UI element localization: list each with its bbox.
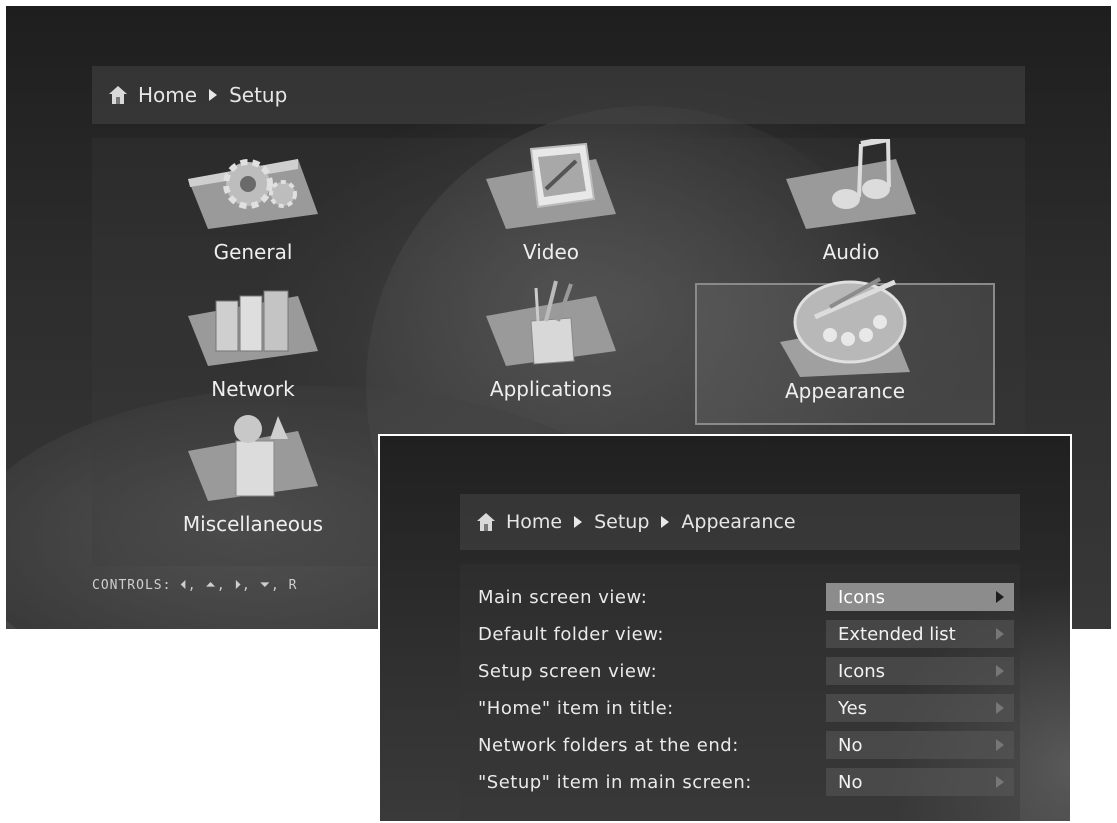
tile-network[interactable]: Network — [153, 276, 353, 411]
tile-label: Video — [522, 240, 580, 264]
tile-video[interactable]: Video — [451, 139, 651, 274]
setting-value: Extended list — [838, 623, 956, 645]
home-icon — [477, 513, 495, 531]
setting-value-selector[interactable]: Extended list — [826, 620, 1014, 648]
tile-label: Miscellaneous — [182, 512, 324, 536]
breadcrumb: Home Setup Appearance — [460, 494, 1020, 550]
controls-hint: CONTROLS: ⏴, ⏶, ⏵, ⏷, R — [92, 578, 298, 593]
setting-label: "Setup" item in main screen: — [478, 771, 752, 793]
setting-label: Main screen view: — [478, 586, 648, 608]
breadcrumb-home[interactable]: Home — [138, 83, 197, 107]
breadcrumb-setup[interactable]: Setup — [229, 83, 287, 107]
tile-appearance[interactable]: Appearance — [695, 277, 995, 425]
tile-label: Network — [211, 377, 295, 401]
breadcrumb-appearance: Appearance — [681, 511, 796, 533]
arrow-right-icon — [996, 628, 1004, 640]
setting-value: No — [838, 771, 863, 793]
breadcrumb-setup[interactable]: Setup — [594, 511, 649, 533]
tile-label: Appearance — [784, 379, 906, 403]
breadcrumb-arrow-icon — [209, 89, 218, 101]
setting-value: Yes — [838, 697, 868, 719]
breadcrumb-arrow-icon — [661, 516, 670, 528]
setting-setup-screen-view[interactable]: Setup screen view: Icons — [478, 656, 1018, 686]
tile-label: Audio — [822, 240, 880, 264]
setting-value: Icons — [838, 660, 886, 682]
setting-main-screen-view[interactable]: Main screen view: Icons — [478, 582, 1018, 612]
home-icon — [109, 86, 127, 104]
setting-setup-item-in-main-screen[interactable]: "Setup" item in main screen: No — [478, 767, 1018, 797]
breadcrumb-home[interactable]: Home — [506, 511, 562, 533]
setting-label: Setup screen view: — [478, 660, 658, 682]
setting-value-selector[interactable]: Yes — [826, 694, 1014, 722]
gear-icon — [188, 159, 318, 229]
tools-icon — [486, 280, 616, 366]
arrow-right-icon — [996, 776, 1004, 788]
arrow-right-icon — [996, 591, 1004, 603]
server-icon — [188, 290, 318, 366]
setting-label: "Home" item in title: — [478, 697, 674, 719]
arrow-right-icon — [996, 702, 1004, 714]
palette-icon — [780, 277, 910, 377]
tile-label: Applications — [489, 377, 613, 401]
tile-label: General — [213, 240, 293, 264]
misc-icon — [188, 415, 318, 501]
setting-value-selector[interactable]: Icons — [826, 583, 1014, 611]
setting-value-selector[interactable]: Icons — [826, 657, 1014, 685]
tile-audio[interactable]: Audio — [751, 139, 951, 274]
tile-general[interactable]: General — [153, 139, 353, 274]
setting-home-item-in-title[interactable]: "Home" item in title: Yes — [478, 693, 1018, 723]
breadcrumb: Home Setup — [92, 66, 1025, 124]
arrow-right-icon — [996, 665, 1004, 677]
setting-value-selector[interactable]: No — [826, 768, 1014, 796]
arrow-right-icon — [996, 739, 1004, 751]
video-icon — [486, 142, 616, 229]
music-icon — [786, 139, 916, 229]
tile-miscellaneous[interactable]: Miscellaneous — [153, 411, 353, 546]
setting-value-selector[interactable]: No — [826, 731, 1014, 759]
setting-network-folders-at-end[interactable]: Network folders at the end: No — [478, 730, 1018, 760]
tile-applications[interactable]: Applications — [451, 276, 651, 411]
setting-default-folder-view[interactable]: Default folder view: Extended list — [478, 619, 1018, 649]
setting-label: Network folders at the end: — [478, 734, 739, 756]
setting-label: Default folder view: — [478, 623, 664, 645]
appearance-screen: Home Setup Appearance Main screen view: … — [378, 434, 1072, 823]
setting-value: No — [838, 734, 863, 756]
breadcrumb-arrow-icon — [574, 516, 583, 528]
setting-value: Icons — [838, 586, 886, 608]
